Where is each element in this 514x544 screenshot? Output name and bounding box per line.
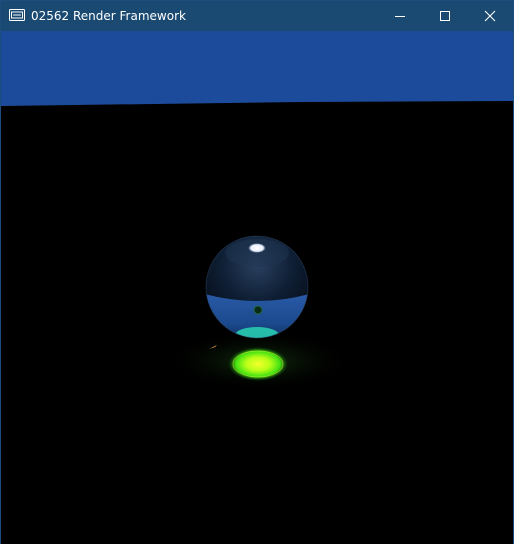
window-title: 02562 Render Framework — [31, 9, 186, 23]
minimize-icon — [395, 16, 405, 17]
title-bar[interactable]: 02562 Render Framework — [1, 1, 513, 31]
close-icon — [484, 10, 496, 22]
specular-highlight — [248, 243, 266, 253]
sky-background — [1, 31, 513, 106]
minimize-button[interactable] — [377, 1, 423, 31]
render-canvas — [1, 31, 513, 391]
app-window: 02562 Render Framework — [0, 0, 514, 544]
caustic-glow — [228, 347, 288, 381]
close-button[interactable] — [467, 1, 513, 31]
render-viewport[interactable] — [1, 31, 513, 544]
app-window-icon — [9, 9, 25, 21]
maximize-button[interactable] — [422, 1, 468, 31]
maximize-icon — [440, 11, 450, 21]
